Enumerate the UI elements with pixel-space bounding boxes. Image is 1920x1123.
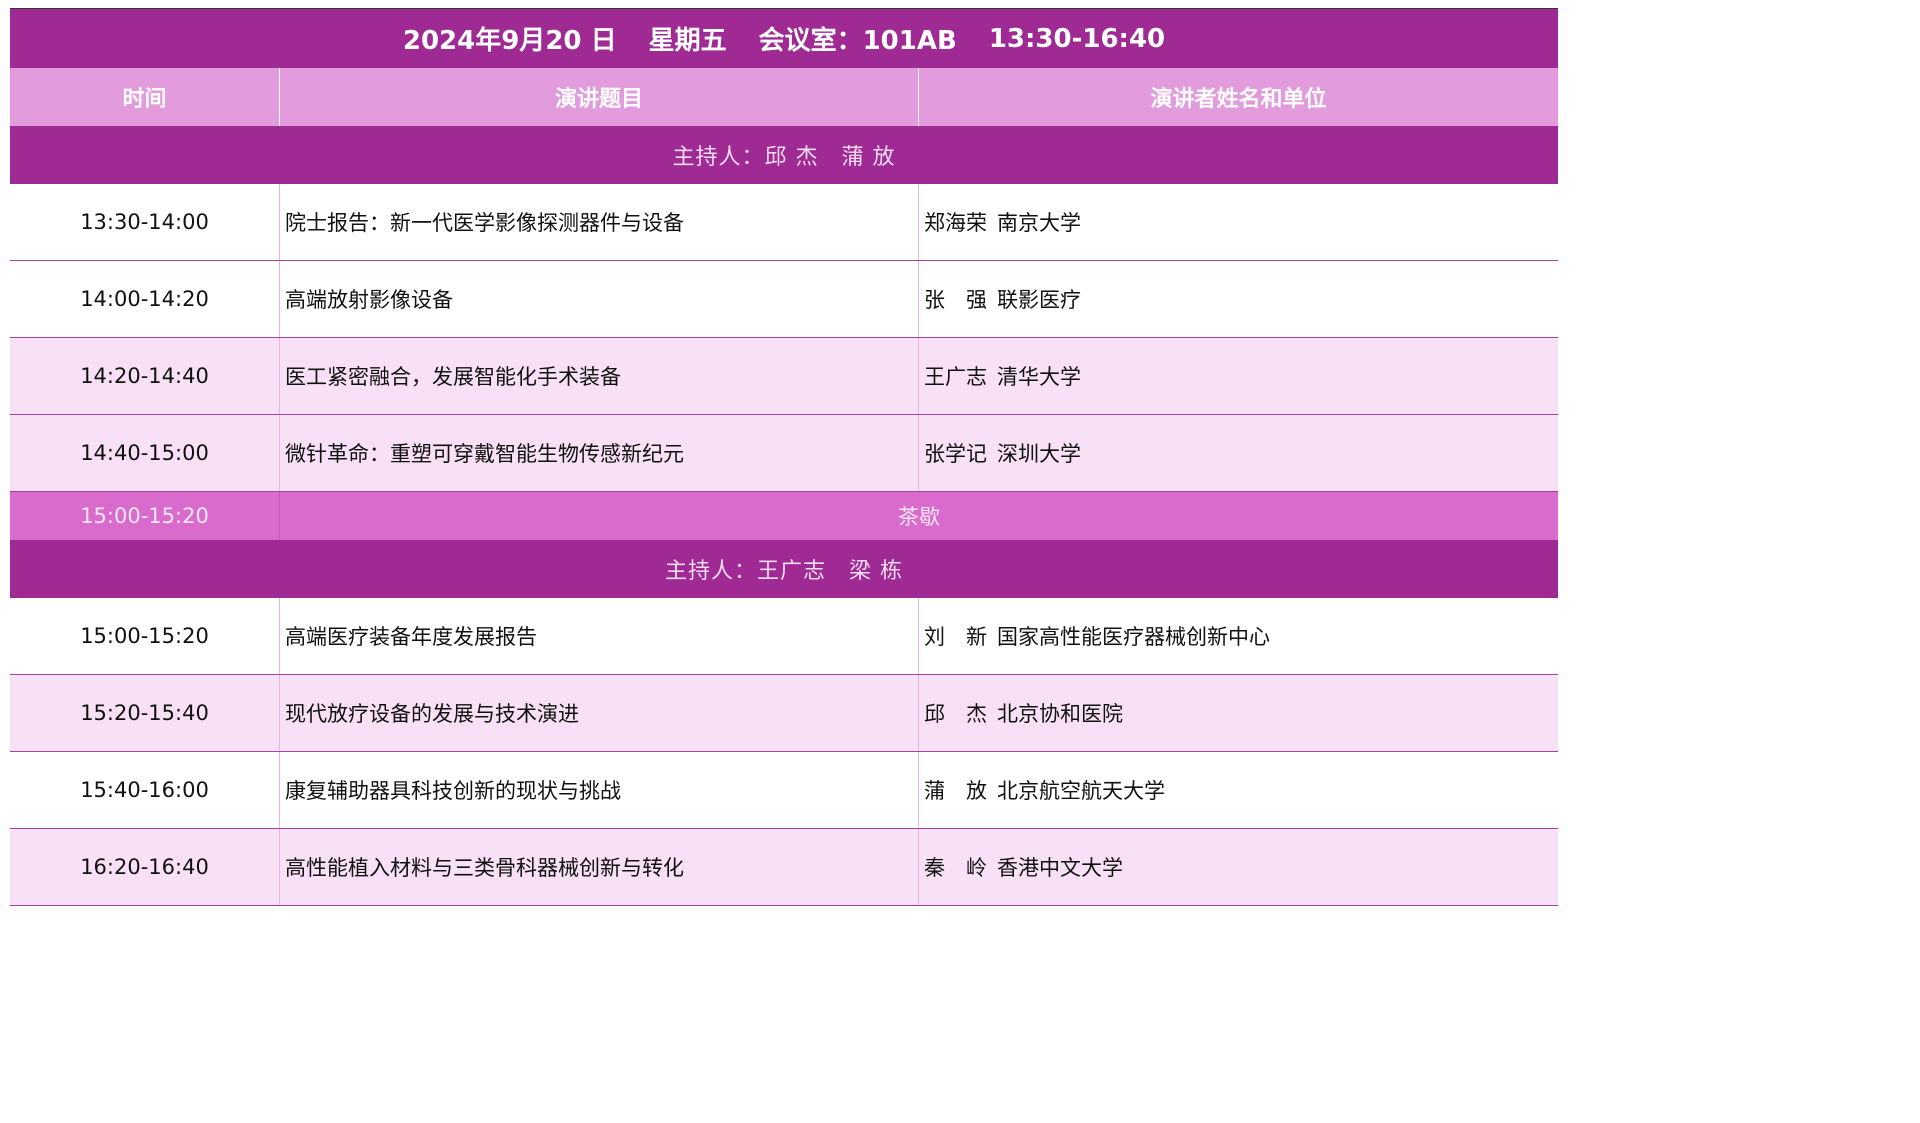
speaker-org: 北京协和医院 <box>997 702 1123 726</box>
session-2-host-row: 主持人：王广志 梁 栋 <box>10 540 1558 598</box>
talk-time: 16:20-16:40 <box>10 829 280 905</box>
speaker-name: 张学记 <box>924 442 987 466</box>
table-row: 14:40-15:00 微针革命：重塑可穿戴智能生物传感新纪元 张学记 深圳大学 <box>10 415 1558 492</box>
table-row: 15:00-15:20 高端医疗装备年度发展报告 刘 新 国家高性能医疗器械创新… <box>10 598 1558 675</box>
speaker-cell: 秦 岭 香港中文大学 <box>919 829 1558 905</box>
speaker-name: 刘 新 <box>924 625 987 649</box>
speaker-org: 联影医疗 <box>997 288 1081 312</box>
schedule-table: 2024年9月20 日 星期五 会议室：101AB 13:30-16:40 时间… <box>10 8 1558 906</box>
break-time: 15:00-15:20 <box>10 492 280 540</box>
time-range-text: 13:30-16:40 <box>988 23 1166 54</box>
table-row: 15:20-15:40 现代放疗设备的发展与技术演进 邱 杰 北京协和医院 <box>10 675 1558 752</box>
break-label: 茶歇 <box>898 505 940 529</box>
talk-topic: 院士报告：新一代医学影像探测器件与设备 <box>280 184 919 260</box>
weekday-text: 星期五 <box>648 26 727 56</box>
speaker-cell: 张学记 深圳大学 <box>919 415 1558 491</box>
speaker-name: 张 强 <box>924 288 987 312</box>
column-header-speaker: 演讲者姓名和单位 <box>1150 87 1327 112</box>
table-row: 14:20-14:40 医工紧密融合，发展智能化手术装备 王广志 清华大学 <box>10 338 1558 415</box>
session-1-host-row: 主持人：邱 杰 蒲 放 <box>10 126 1558 184</box>
speaker-cell: 王广志 清华大学 <box>919 338 1558 414</box>
talk-time: 14:20-14:40 <box>10 338 280 414</box>
speaker-cell: 蒲 放 北京航空航天大学 <box>919 752 1558 828</box>
table-row: 14:00-14:20 高端放射影像设备 张 强 联影医疗 <box>10 261 1558 338</box>
speaker-org: 南京大学 <box>997 211 1081 235</box>
column-header-row: 时间 演讲题目 演讲者姓名和单位 <box>10 68 1558 126</box>
speaker-cell: 邱 杰 北京协和医院 <box>919 675 1558 751</box>
talk-time: 15:20-15:40 <box>10 675 280 751</box>
tea-break-row: 15:00-15:20 茶歇 <box>10 492 1558 540</box>
speaker-name: 邱 杰 <box>924 702 987 726</box>
date-text: 2024年9月20 日 <box>402 26 617 56</box>
speaker-name: 蒲 放 <box>924 779 987 803</box>
talk-time: 15:00-15:20 <box>10 598 280 674</box>
speaker-org: 清华大学 <box>997 365 1081 389</box>
speaker-org: 香港中文大学 <box>997 856 1123 880</box>
table-row: 16:20-16:40 高性能植入材料与三类骨科器械创新与转化 秦 岭 香港中文… <box>10 829 1558 906</box>
speaker-name: 郑海荣 <box>924 211 987 235</box>
talk-time: 14:00-14:20 <box>10 261 280 337</box>
talk-time: 14:40-15:00 <box>10 415 280 491</box>
talk-topic: 康复辅助器具科技创新的现状与挑战 <box>280 752 919 828</box>
talk-topic: 高端医疗装备年度发展报告 <box>280 598 919 674</box>
session-1-host: 主持人：邱 杰 蒲 放 <box>672 145 896 170</box>
schedule-title-bar: 2024年9月20 日 星期五 会议室：101AB 13:30-16:40 <box>10 8 1558 68</box>
speaker-org: 深圳大学 <box>997 442 1081 466</box>
speaker-name: 秦 岭 <box>924 856 987 880</box>
talk-time: 15:40-16:00 <box>10 752 280 828</box>
session-2-host: 主持人：王广志 梁 栋 <box>665 559 903 584</box>
talk-topic: 高性能植入材料与三类骨科器械创新与转化 <box>280 829 919 905</box>
talk-topic: 医工紧密融合，发展智能化手术装备 <box>280 338 919 414</box>
speaker-cell: 张 强 联影医疗 <box>919 261 1558 337</box>
talk-time: 13:30-14:00 <box>10 184 280 260</box>
speaker-cell: 刘 新 国家高性能医疗器械创新中心 <box>919 598 1558 674</box>
speaker-org: 国家高性能医疗器械创新中心 <box>997 625 1270 649</box>
column-header-topic: 演讲题目 <box>280 68 919 126</box>
speaker-org: 北京航空航天大学 <box>997 779 1165 803</box>
column-header-time: 时间 <box>10 68 280 126</box>
talk-topic: 高端放射影像设备 <box>280 261 919 337</box>
room-text: 会议室：101AB <box>758 26 957 56</box>
speaker-name: 王广志 <box>924 365 987 389</box>
table-row: 13:30-14:00 院士报告：新一代医学影像探测器件与设备 郑海荣 南京大学 <box>10 184 1558 261</box>
table-row: 15:40-16:00 康复辅助器具科技创新的现状与挑战 蒲 放 北京航空航天大… <box>10 752 1558 829</box>
talk-topic: 微针革命：重塑可穿戴智能生物传感新纪元 <box>280 415 919 491</box>
speaker-cell: 郑海荣 南京大学 <box>919 184 1558 260</box>
talk-topic: 现代放疗设备的发展与技术演进 <box>280 675 919 751</box>
